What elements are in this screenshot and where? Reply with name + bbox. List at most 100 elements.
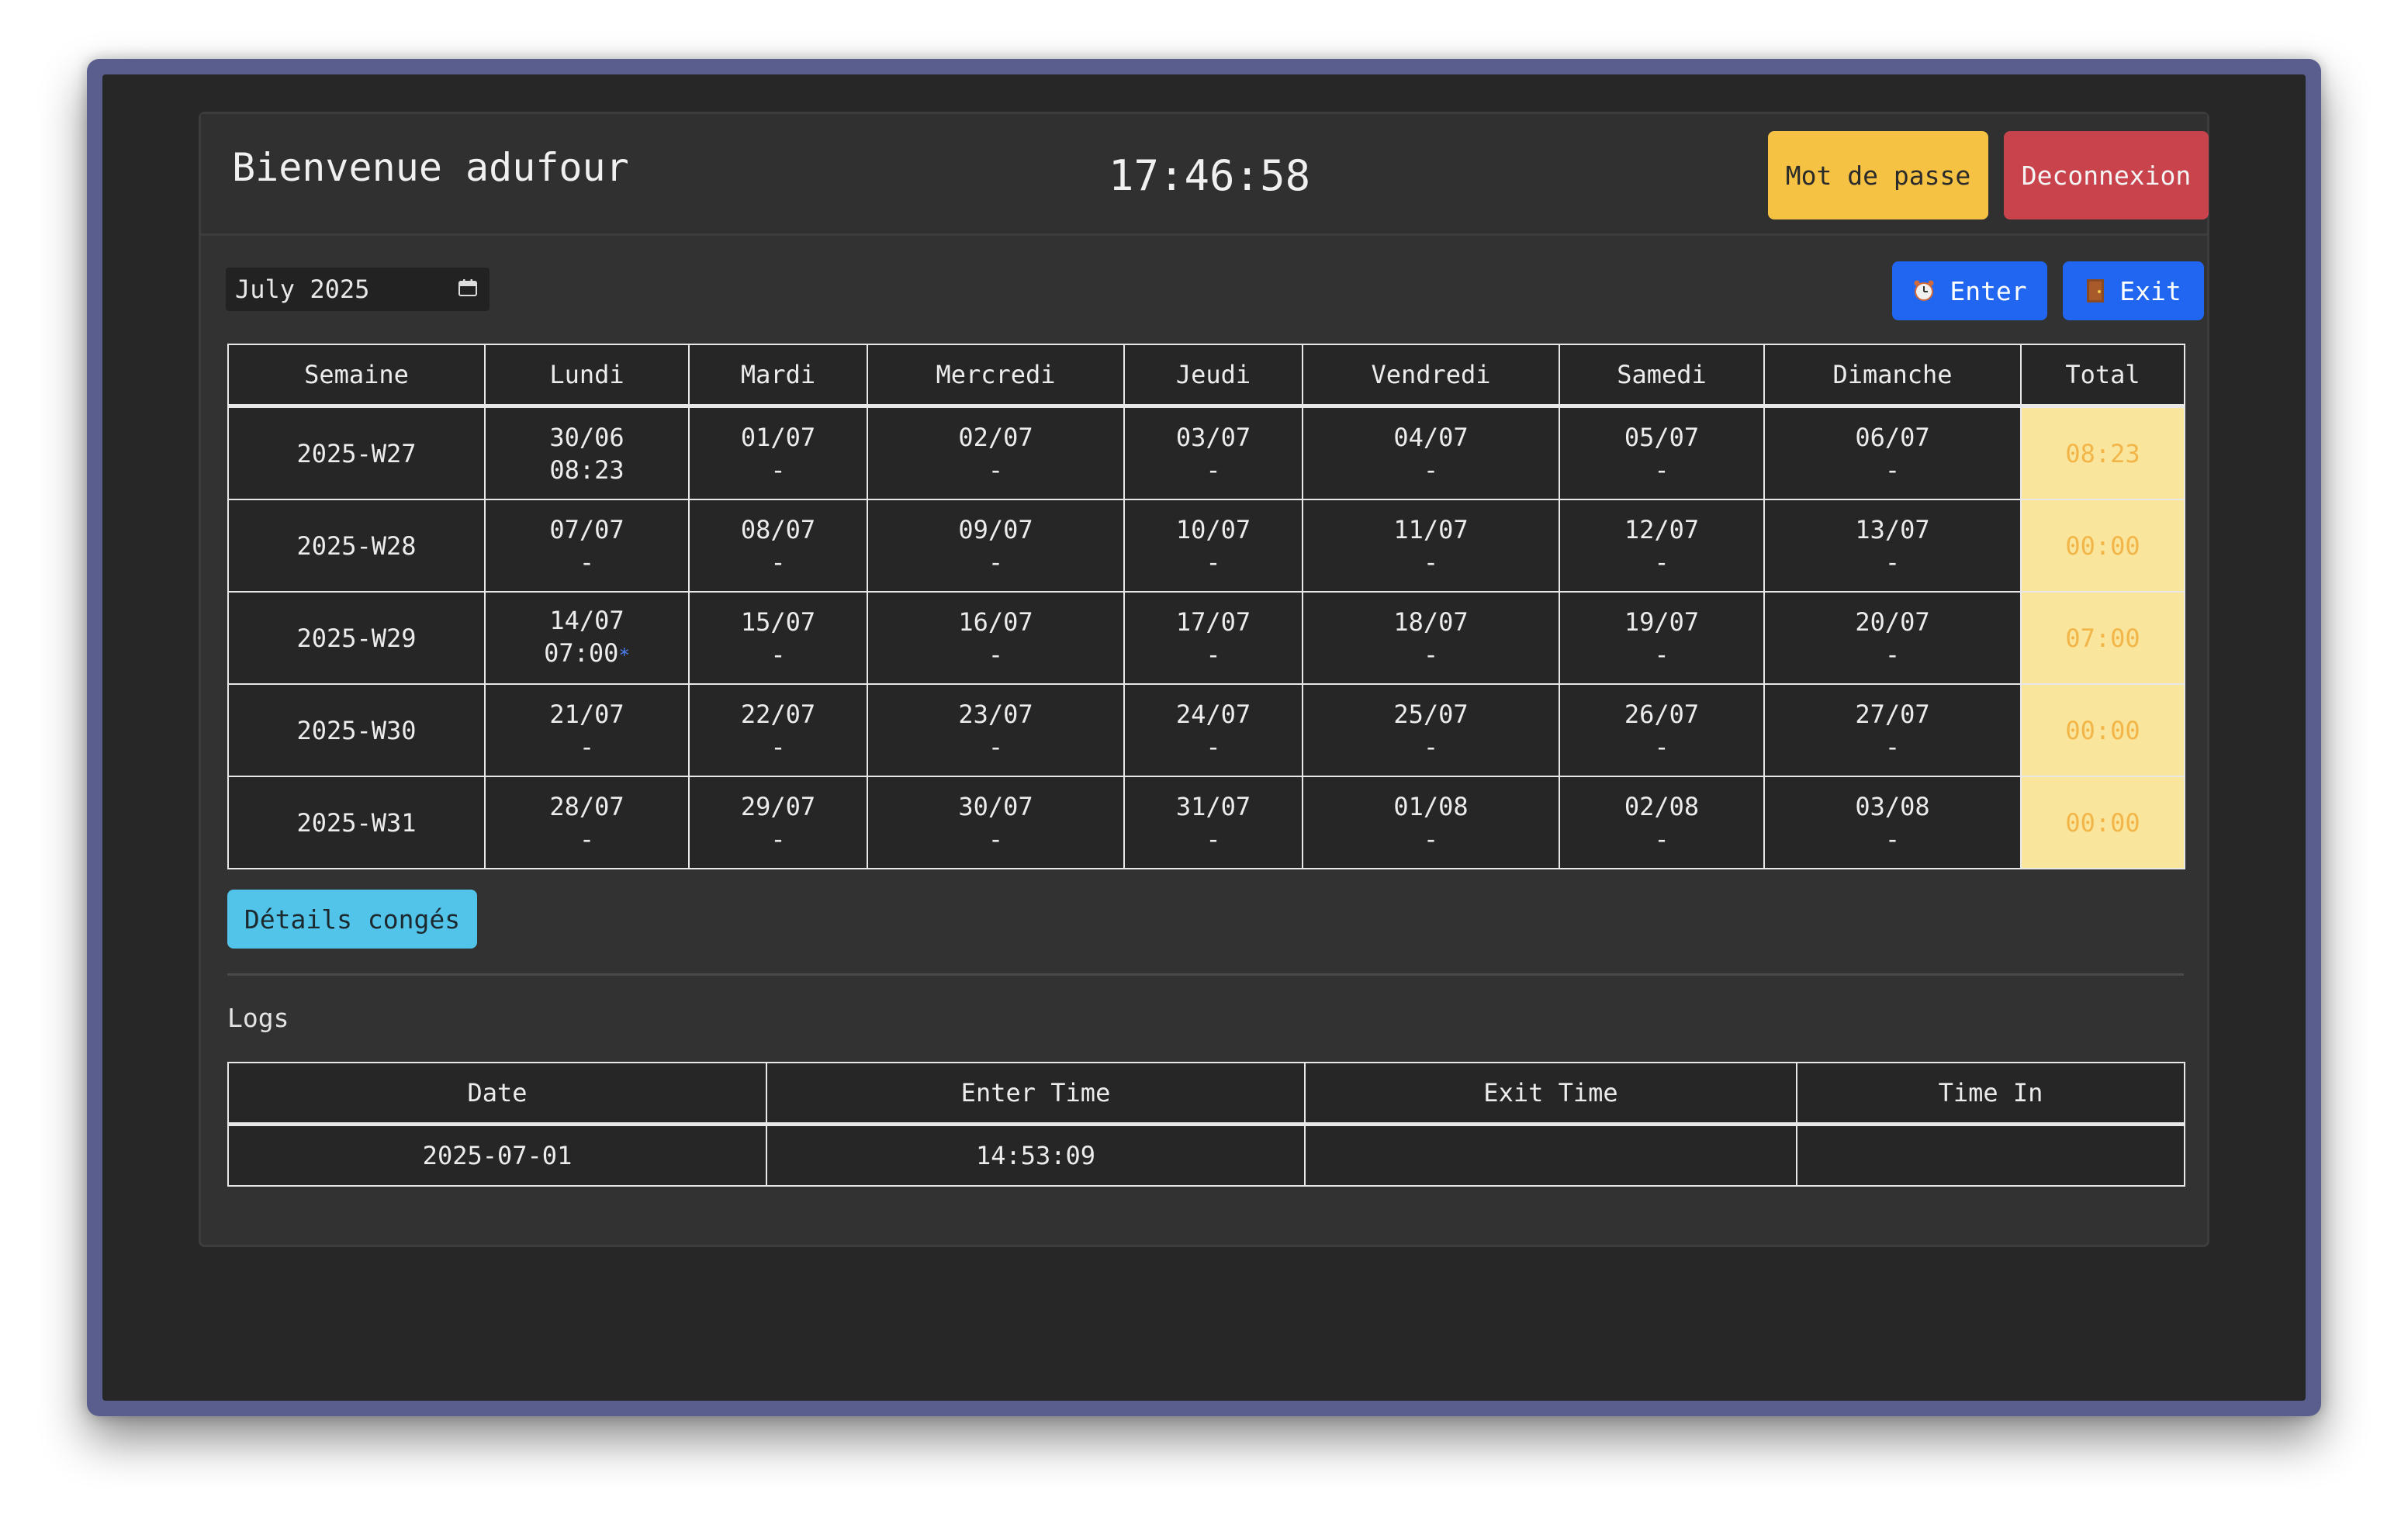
day-date: 17/07 [1175, 607, 1251, 637]
day-cell[interactable]: 11/07- [1302, 499, 1560, 593]
logout-button[interactable]: Deconnexion [2004, 131, 2209, 219]
day-cell[interactable]: 15/07- [688, 591, 868, 685]
day-time: - [1561, 823, 1763, 855]
day-time-value: - [770, 731, 786, 762]
calendar-icon[interactable] [458, 279, 477, 296]
day-date: 03/07 [1175, 422, 1251, 452]
main-card: Bienvenue adufour 17:46:58 Mot de passe … [199, 112, 2209, 1247]
day-cell[interactable]: 24/07- [1123, 683, 1303, 777]
day-cell[interactable]: 03/07- [1123, 405, 1303, 500]
day-time: - [486, 546, 687, 579]
month-value: July 2025 [235, 275, 370, 304]
column-header-thursday: Jeudi [1123, 344, 1303, 408]
day-time: - [1561, 638, 1763, 671]
day-time-value: - [1654, 731, 1669, 762]
day-time-value: - [988, 731, 1004, 762]
calendar-header-row: Semaine Lundi Mardi Mercredi Jeudi Vendr… [227, 344, 2185, 408]
day-cell[interactable]: 13/07- [1763, 499, 2022, 593]
card-header: Bienvenue adufour 17:46:58 Mot de passe … [201, 114, 2209, 236]
week-label: 2025-W27 [227, 405, 486, 500]
day-date: 09/07 [958, 514, 1033, 544]
day-time: - [869, 638, 1123, 671]
day-cell[interactable]: 25/07- [1302, 683, 1560, 777]
day-time-value: - [1206, 824, 1221, 854]
day-time: - [1766, 638, 2019, 671]
column-header-sunday: Dimanche [1763, 344, 2022, 408]
day-time-value: - [1654, 824, 1669, 854]
day-date: 28/07 [549, 791, 624, 821]
day-time-value: - [1423, 547, 1439, 577]
day-cell[interactable]: 20/07- [1763, 591, 2022, 685]
day-cell[interactable]: 05/07- [1559, 405, 1765, 500]
divider [227, 973, 2184, 976]
month-picker[interactable]: July 2025 [226, 268, 490, 311]
day-time-value: - [770, 547, 786, 577]
day-time: - [690, 823, 866, 855]
column-header-week: Semaine [227, 344, 486, 408]
day-time: - [1126, 731, 1301, 763]
day-cell[interactable]: 28/07- [484, 776, 690, 869]
day-time: - [869, 731, 1123, 763]
day-time: - [1126, 454, 1301, 486]
day-time: - [1561, 454, 1763, 486]
day-cell[interactable]: 27/07- [1763, 683, 2022, 777]
day-cell[interactable]: 06/07- [1763, 405, 2022, 500]
day-date: 23/07 [958, 699, 1033, 729]
day-cell[interactable]: 01/08- [1302, 776, 1560, 869]
day-cell[interactable]: 08/07- [688, 499, 868, 593]
day-time: - [1126, 546, 1301, 579]
column-header-wednesday: Mercredi [867, 344, 1125, 408]
day-time-value: - [988, 547, 1004, 577]
day-cell[interactable]: 26/07- [1559, 683, 1765, 777]
leave-details-button[interactable]: Détails congés [227, 890, 477, 949]
day-cell[interactable]: 01/07- [688, 405, 868, 500]
day-date: 03/08 [1855, 791, 1930, 821]
day-cell[interactable]: 18/07- [1302, 591, 1560, 685]
day-time: - [1766, 731, 2019, 763]
week-row: 2025-W30 21/07-22/07-23/07-24/07-25/07-26… [227, 683, 2185, 777]
day-cell[interactable]: 30/06 08:23 [484, 405, 690, 500]
day-time-value: - [1884, 454, 1901, 485]
log-cell [1304, 1123, 1797, 1187]
password-button[interactable]: Mot de passe [1768, 131, 1988, 219]
day-cell[interactable]: 09/07- [867, 499, 1125, 593]
day-time: - [869, 823, 1123, 855]
day-date: 11/07 [1393, 514, 1469, 544]
day-cell[interactable]: 30/07- [867, 776, 1125, 869]
exit-button[interactable]: Exit [2063, 261, 2204, 320]
welcome-text: Bienvenue adufour [232, 145, 629, 190]
day-cell[interactable]: 14/07 07:00* [484, 591, 690, 685]
day-cell[interactable]: 04/07- [1302, 405, 1560, 500]
day-cell[interactable]: 10/07- [1123, 499, 1303, 593]
logs-header-row: Date Enter Time Exit Time Time In [227, 1062, 2185, 1126]
week-label: 2025-W30 [227, 683, 486, 777]
enter-button[interactable]: Enter [1892, 261, 2047, 320]
logs-title: Logs [227, 1003, 289, 1033]
day-cell[interactable]: 23/07- [867, 683, 1125, 777]
day-cell[interactable]: 17/07- [1123, 591, 1303, 685]
day-cell[interactable]: 16/07- [867, 591, 1125, 685]
day-cell[interactable]: 07/07- [484, 499, 690, 593]
day-cell[interactable]: 12/07- [1559, 499, 1765, 593]
day-time-value: - [770, 454, 786, 485]
day-cell[interactable]: 03/08- [1763, 776, 2022, 869]
week-total: 08:23 [2020, 405, 2185, 500]
day-cell[interactable]: 02/07- [867, 405, 1125, 500]
week-label: 2025-W31 [227, 776, 486, 869]
day-time-value: - [579, 731, 595, 762]
day-cell[interactable]: 19/07- [1559, 591, 1765, 685]
day-date: 01/07 [740, 422, 816, 452]
day-time: - [1561, 546, 1763, 579]
day-cell[interactable]: 29/07- [688, 776, 868, 869]
day-time: - [690, 546, 866, 579]
day-cell[interactable]: 21/07- [484, 683, 690, 777]
week-total: 00:00 [2020, 499, 2185, 593]
column-header-saturday: Samedi [1559, 344, 1765, 408]
day-cell[interactable]: 31/07- [1123, 776, 1303, 869]
day-cell[interactable]: 02/08- [1559, 776, 1765, 869]
week-row: 2025-W27 30/06 08:23 01/07-02/07-03/07-04/0… [227, 405, 2185, 500]
day-cell[interactable]: 22/07- [688, 683, 868, 777]
day-time-value: - [1654, 547, 1669, 577]
day-time-value: - [1423, 454, 1439, 485]
column-header-date: Date [227, 1062, 767, 1126]
